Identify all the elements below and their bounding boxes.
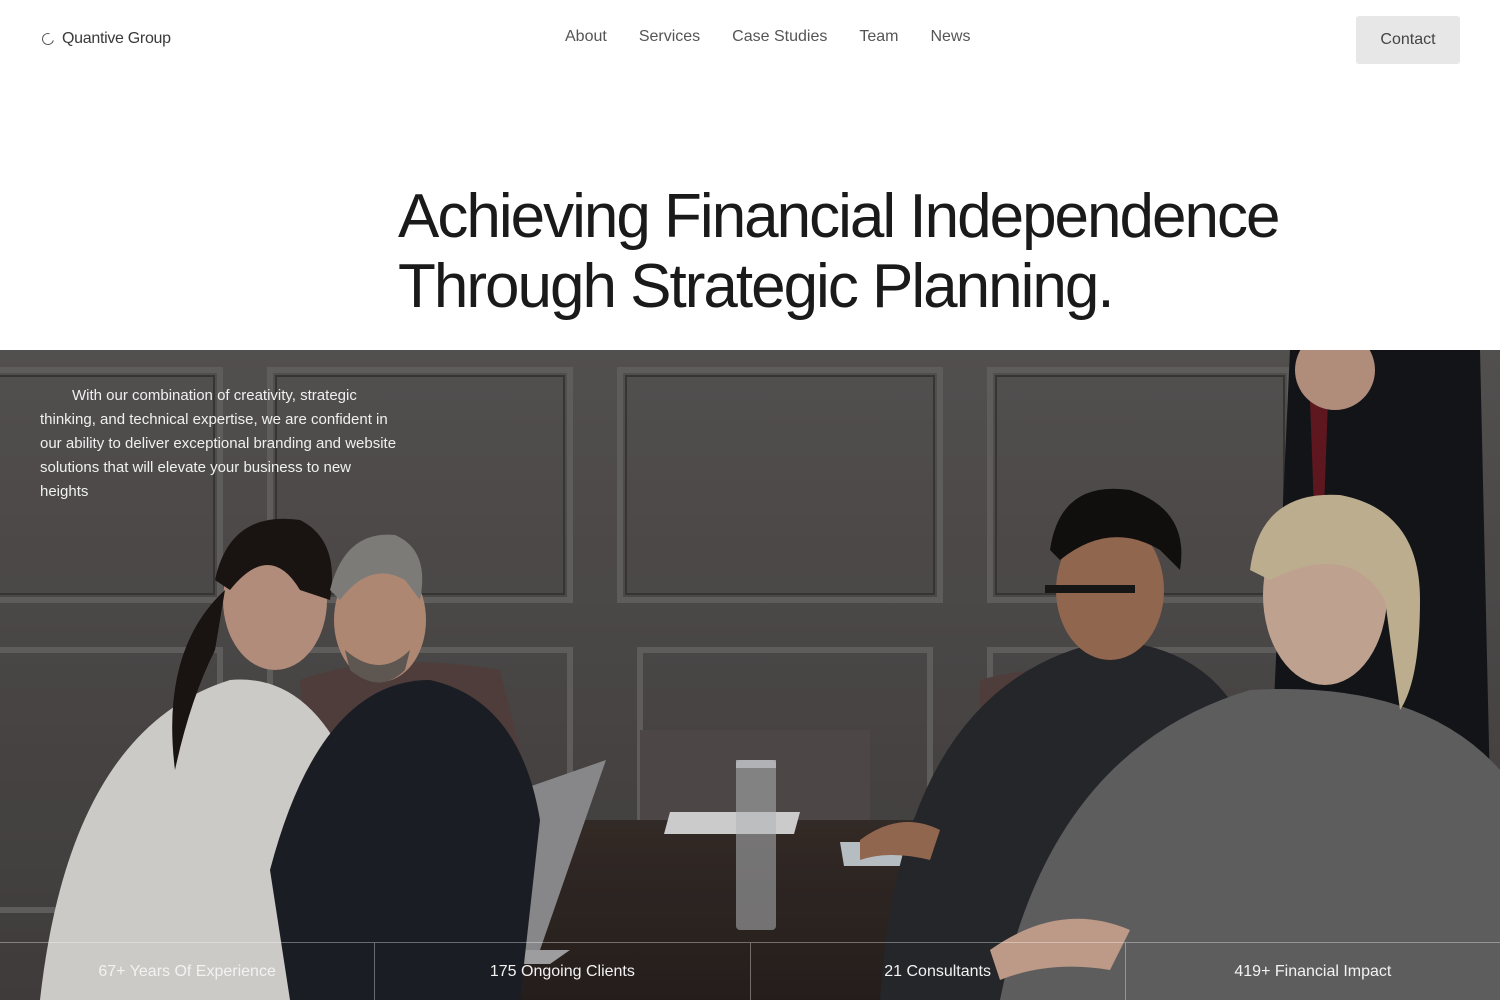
nav-item-team[interactable]: Team — [859, 28, 898, 46]
nav-item-services[interactable]: Services — [639, 28, 700, 46]
logo-icon — [39, 30, 57, 48]
main-nav: About Services Case Studies Team News — [565, 28, 970, 46]
nav-item-case-studies[interactable]: Case Studies — [732, 28, 827, 46]
brand-name: Quantive Group — [62, 30, 171, 47]
stat-years-experience: 67+ Years Of Experience — [0, 943, 376, 1000]
hero-title: Achieving Financial Independence Through… — [398, 182, 1398, 322]
brand-logo[interactable]: Quantive Group — [39, 30, 171, 48]
nav-item-news[interactable]: News — [930, 28, 970, 46]
site-header: Quantive Group About Services Case Studi… — [0, 0, 1500, 80]
nav-item-about[interactable]: About — [565, 28, 607, 46]
stat-financial-impact: 419+ Financial Impact — [1234, 962, 1392, 980]
hero-photo: With our combination of creativity, stra… — [0, 350, 1500, 1000]
stats-bar: 67+ Years Of Experience 175 Ongoing Clie… — [0, 942, 1500, 1000]
hero-title-line-2: Through Strategic Planning. — [398, 252, 1115, 321]
hero-title-line-1: Achieving Financial Independence — [398, 182, 1280, 251]
stat-consultants: 21 Consultants — [751, 943, 1126, 1000]
contact-button[interactable]: Contact — [1356, 16, 1460, 64]
stat-ongoing-clients: 175 Ongoing Clients — [375, 943, 751, 1000]
hero-intro-text: With our combination of creativity, stra… — [40, 387, 397, 500]
